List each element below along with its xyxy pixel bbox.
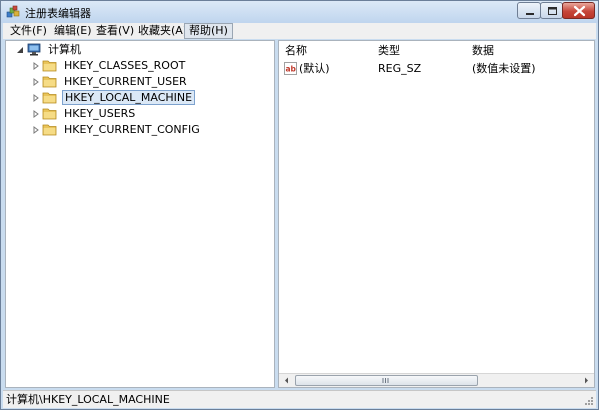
menu-help[interactable]: 帮助(H) [184,23,233,39]
folder-icon [42,60,57,72]
menu-view[interactable]: 查看(V) [92,23,138,39]
key-tree-pane[interactable]: 计算机 HKEY_CLASSES_ROOT HKEY_CURRENT_USER [5,40,275,388]
menu-edit[interactable]: 编辑(E) [50,23,96,39]
tree-item-hkey-users[interactable]: HKEY_USERS [32,106,262,121]
value-data: (数值未设置) [472,62,536,75]
status-bar: 计算机\HKEY_LOCAL_MACHINE [3,390,596,408]
expand-arrow-icon[interactable] [32,78,40,86]
tree-label: HKEY_CURRENT_USER [64,75,187,88]
horizontal-scrollbar[interactable] [279,373,594,387]
column-header-name[interactable]: 名称 [285,43,307,58]
registry-app-icon [6,5,20,18]
collapse-arrow-icon[interactable] [16,46,24,54]
folder-icon [42,108,57,120]
menu-favorites[interactable]: 收藏夹(A) [134,23,191,39]
expand-arrow-icon[interactable] [32,110,40,118]
resize-grip-icon[interactable] [584,396,594,406]
tree-label: HKEY_USERS [64,107,136,120]
value-row-default[interactable]: ab (默认) REG_SZ (数值未设置) [279,61,594,77]
scroll-left-arrow-icon[interactable] [280,374,294,387]
expand-arrow-icon[interactable] [32,62,40,70]
column-header-type[interactable]: 类型 [378,43,400,58]
expand-arrow-icon[interactable] [32,94,40,102]
menu-bar: 文件(F) 编辑(E) 查看(V) 收藏夹(A) 帮助(H) [3,23,596,39]
maximize-button[interactable] [540,2,563,19]
folder-icon [42,124,57,136]
maximize-icon [548,7,557,15]
value-name: (默认) [299,62,330,75]
string-value-icon: ab [284,62,297,75]
title-bar[interactable]: 注册表编辑器 [1,1,598,23]
folder-icon [42,76,57,88]
computer-icon [27,43,41,56]
close-button[interactable] [562,2,595,19]
tree-label: HKEY_CURRENT_CONFIG [64,123,200,136]
svg-text:ab: ab [286,65,297,74]
minimize-button[interactable] [517,2,541,19]
tree-label: 计算机 [48,43,81,56]
expand-arrow-icon[interactable] [32,126,40,134]
tree-label: HKEY_CLASSES_ROOT [64,59,186,72]
tree-item-computer[interactable]: 计算机 [16,42,266,57]
scrollbar-grip-icon [382,378,389,383]
status-path: 计算机\HKEY_LOCAL_MACHINE [6,393,170,406]
value-type: REG_SZ [378,62,422,75]
window-title: 注册表编辑器 [25,7,91,20]
column-header-data[interactable]: 数据 [472,43,494,58]
folder-icon [42,92,57,104]
tree-item-hkey-local-machine[interactable]: HKEY_LOCAL_MACHINE [32,90,262,105]
scrollbar-thumb[interactable] [295,375,478,386]
tree-item-hkey-current-user[interactable]: HKEY_CURRENT_USER [32,74,262,89]
menu-file[interactable]: 文件(F) [6,23,51,39]
tree-item-hkey-classes-root[interactable]: HKEY_CLASSES_ROOT [32,58,262,73]
values-list-pane[interactable]: 名称 类型 数据 ab (默认) REG_SZ (数值未设置) [278,40,595,388]
close-icon [573,5,586,17]
minimize-icon [526,13,534,15]
tree-label: HKEY_LOCAL_MACHINE [62,90,196,105]
scroll-right-arrow-icon[interactable] [579,374,593,387]
registry-editor-window: 注册表编辑器 文件(F) 编辑(E) 查看(V) 收藏夹(A) 帮助(H) 计算… [0,0,599,410]
tree-item-hkey-current-config[interactable]: HKEY_CURRENT_CONFIG [32,122,262,137]
